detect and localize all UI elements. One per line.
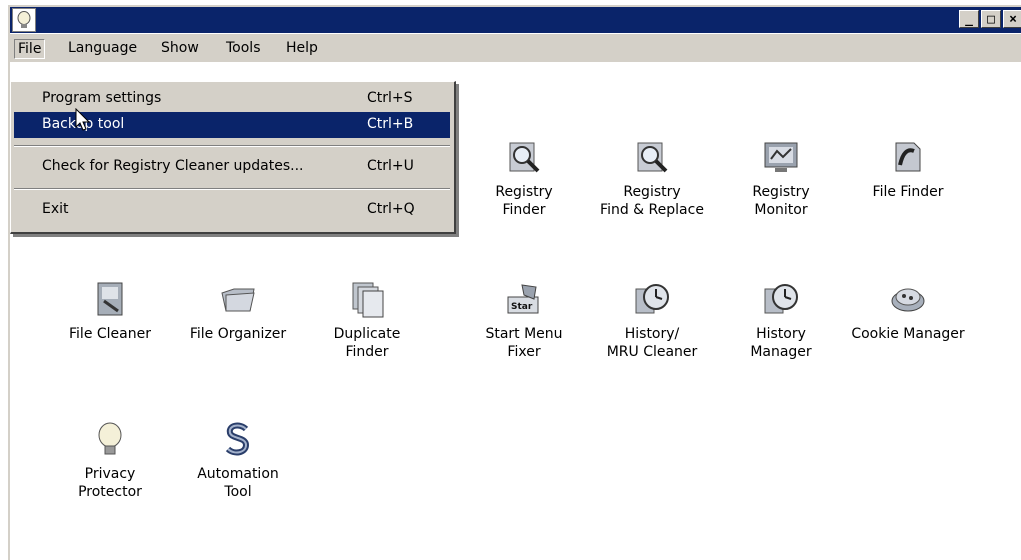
tool-label: Automation Tool	[197, 466, 279, 500]
history-manager-icon	[764, 284, 798, 314]
maximize-icon: □	[987, 11, 995, 27]
maximize-button[interactable]: □	[981, 10, 1001, 28]
mouse-pointer-icon	[75, 108, 91, 131]
menu-show[interactable]: Show	[158, 39, 202, 57]
menu-file[interactable]: File	[14, 39, 46, 59]
menu-item-shortcut: Ctrl+U	[367, 158, 414, 174]
tool-duplicate-finder[interactable]: Duplicate Finder	[307, 279, 427, 361]
file-menu-dropdown: Program settings Ctrl+S Backup tool Ctrl…	[10, 81, 456, 234]
menu-item-shortcut: Ctrl+Q	[367, 201, 415, 217]
tool-label: Cookie Manager	[851, 326, 965, 342]
close-button[interactable]: ×	[1003, 10, 1021, 28]
privacy-protector-icon	[98, 422, 122, 455]
tool-label: File Finder	[872, 184, 944, 200]
history-mru-cleaner-icon	[635, 284, 669, 314]
tool-history-mru-cleaner[interactable]: History/ MRU Cleaner	[592, 279, 712, 361]
registry-monitor-icon	[764, 142, 798, 172]
tool-label: File Cleaner	[69, 326, 151, 342]
menu-item-shortcut: Ctrl+B	[367, 116, 414, 132]
tool-file-organizer[interactable]: File Organizer	[178, 279, 298, 343]
menu-separator	[14, 145, 450, 147]
menu-item-label: Program settings	[42, 90, 162, 106]
cookie-manager-icon	[891, 288, 925, 312]
menu-separator	[14, 188, 450, 190]
menu-tools[interactable]: Tools	[223, 39, 264, 57]
tool-label: Privacy Protector	[78, 466, 142, 500]
app-icon[interactable]	[12, 8, 36, 32]
tool-label: File Organizer	[189, 326, 287, 342]
close-icon: ×	[1009, 11, 1017, 27]
registry-finder-icon	[509, 142, 540, 173]
tool-label: Duplicate Finder	[333, 326, 401, 360]
minimize-button[interactable]: _	[959, 10, 979, 28]
minimize-icon: _	[965, 11, 973, 27]
svg-text:Star: Star	[511, 302, 533, 312]
file-finder-icon	[895, 142, 921, 172]
title-bar[interactable]: _ □ ×	[10, 7, 1021, 33]
menu-bar: File Language Show Tools Help	[10, 34, 1021, 63]
tool-start-menu-fixer[interactable]: Star Start Menu Fixer	[464, 279, 584, 361]
tool-label: History/ MRU Cleaner	[606, 326, 698, 360]
menu-language[interactable]: Language	[65, 39, 140, 57]
file-cleaner-icon	[97, 282, 123, 316]
menu-item-check-updates[interactable]: Check for Registry Cleaner updates... Ct…	[14, 154, 450, 180]
tool-label: Registry Monitor	[752, 184, 810, 218]
menu-item-shortcut: Ctrl+S	[367, 90, 413, 106]
tool-registry-monitor[interactable]: Registry Monitor	[721, 137, 841, 219]
tool-label: Registry Find & Replace	[600, 184, 704, 218]
tool-registry-finder[interactable]: Registry Finder	[464, 137, 584, 219]
menu-item-exit[interactable]: Exit Ctrl+Q	[14, 197, 450, 223]
menu-item-label: Check for Registry Cleaner updates...	[42, 158, 304, 174]
file-organizer-icon	[221, 288, 255, 312]
app-window: _ □ × File Language Show Tools Help Regi…	[8, 5, 1021, 560]
tool-privacy-protector[interactable]: Privacy Protector	[50, 419, 170, 501]
tool-history-manager[interactable]: History Manager	[721, 279, 841, 361]
tool-registry-find-replace[interactable]: Registry Find & Replace	[592, 137, 712, 219]
menu-help[interactable]: Help	[283, 39, 321, 57]
tool-file-cleaner[interactable]: File Cleaner	[50, 279, 170, 343]
automation-tool-icon	[225, 422, 250, 456]
tool-file-finder[interactable]: File Finder	[848, 137, 968, 201]
tool-automation-tool[interactable]: Automation Tool	[178, 419, 298, 501]
tool-cookie-manager[interactable]: Cookie Manager	[848, 279, 968, 343]
tool-label: Start Menu Fixer	[485, 326, 563, 360]
tool-label: History Manager	[750, 326, 812, 360]
start-menu-fixer-icon: Star	[507, 284, 539, 314]
menu-item-label: Exit	[42, 201, 69, 217]
duplicate-finder-icon	[352, 282, 384, 318]
registry-find-replace-icon	[637, 142, 668, 173]
tool-label: Registry Finder	[495, 184, 553, 218]
